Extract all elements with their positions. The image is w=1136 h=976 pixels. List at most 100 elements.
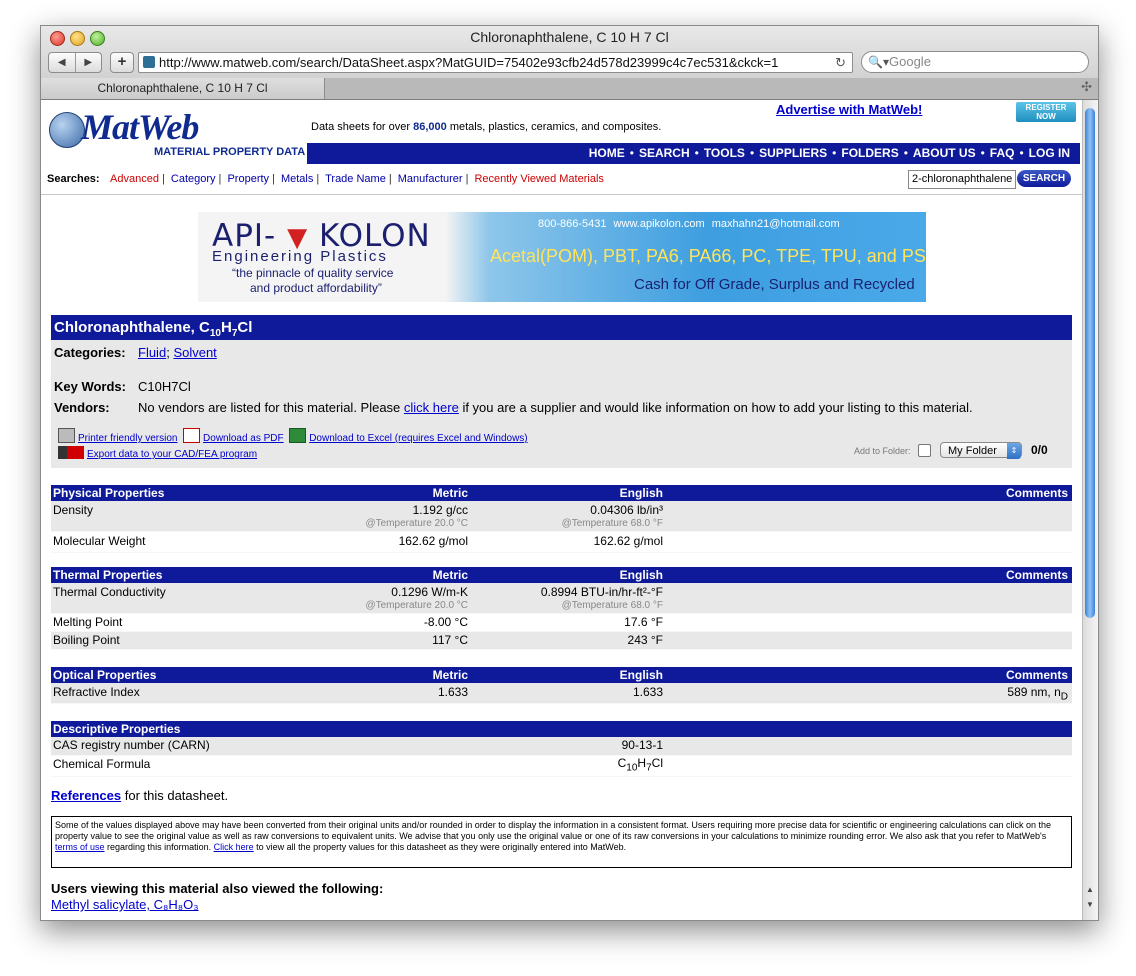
folder-select-value: My Folder <box>948 445 997 457</box>
printer-friendly-link[interactable]: Printer friendly version <box>78 433 177 444</box>
nav-log-in[interactable]: LOG IN <box>1029 143 1070 164</box>
col-metric: Metric <box>432 668 468 682</box>
search-link-recently-viewed[interactable]: Recently Viewed Materials <box>474 173 603 185</box>
nav-faq[interactable]: FAQ <box>990 143 1015 164</box>
keywords-label: Key Words: <box>54 379 126 394</box>
metric-value[interactable]: 1.192 g/cc <box>413 503 468 517</box>
table-row: Chemical Formula C10H7Cl <box>51 756 1072 777</box>
folder-select[interactable]: My Folder ⇕ <box>940 442 1022 459</box>
table-row: Thermal Conductivity 0.1296 W/m-K 0.8994… <box>51 583 1072 614</box>
english-value[interactable]: 243 °F <box>628 633 663 647</box>
search-link-category[interactable]: Category <box>171 173 216 185</box>
search-link-manufacturer[interactable]: Manufacturer <box>398 173 463 185</box>
property-name: Molecular Weight <box>53 534 146 548</box>
section-title: Optical Properties <box>53 668 157 682</box>
forward-button[interactable]: ▶ <box>76 53 102 72</box>
english-value[interactable]: 162.62 g/mol <box>594 534 663 548</box>
reload-icon[interactable]: ↻ <box>835 53 846 72</box>
address-bar[interactable]: http://www.matweb.com/search/DataSheet.a… <box>138 52 853 73</box>
english-value[interactable]: 0.04306 lb/in³ <box>590 503 663 517</box>
site-search-input[interactable]: 2-chloronaphthalene <box>908 170 1016 189</box>
tab-active[interactable]: Chloronaphthalene, C 10 H 7 Cl <box>41 78 325 99</box>
nav-search[interactable]: SEARCH <box>639 143 690 164</box>
references-link[interactable]: References <box>51 788 121 803</box>
vertical-scrollbar[interactable]: ▲ ▼ <box>1082 100 1098 920</box>
terms-of-use-link[interactable]: terms of use <box>55 842 105 852</box>
english-value[interactable]: 1.633 <box>633 685 663 699</box>
col-comments: Comments <box>1005 568 1068 582</box>
metric-value[interactable]: 1.633 <box>438 685 468 699</box>
descriptive-properties-table: Descriptive Properties CAS registry numb… <box>51 721 1072 777</box>
search-link-advanced[interactable]: Advanced <box>110 173 159 185</box>
disclaimer-box: Some of the values displayed above may h… <box>51 816 1072 868</box>
table-row: Molecular Weight 162.62 g/mol 162.62 g/m… <box>51 532 1072 553</box>
category-fluid-link[interactable]: Fluid <box>138 345 166 360</box>
add-to-folder-checkbox[interactable] <box>918 444 931 457</box>
logo-text: MatWeb <box>81 107 199 147</box>
tagline: Data sheets for over 86,000 metals, plas… <box>311 121 661 133</box>
col-metric: Metric <box>432 486 468 500</box>
register-button[interactable]: REGISTER NOW <box>1016 102 1076 122</box>
banner-contact: 800-866-5431 www.apikolon.com maxhahn21@… <box>538 218 840 230</box>
references-post: for this datasheet. <box>121 788 229 803</box>
search-link-property[interactable]: Property <box>227 173 269 185</box>
download-pdf-link[interactable]: Download as PDF <box>203 433 284 444</box>
metric-value[interactable]: 117 °C <box>432 633 468 647</box>
nav-tools[interactable]: TOOLS <box>704 143 745 164</box>
metric-value[interactable]: 0.1296 W/m-K <box>391 585 468 599</box>
search-link-metals[interactable]: Metals <box>281 173 313 185</box>
categories-label: Categories: <box>54 345 126 360</box>
back-button[interactable]: ◀ <box>49 53 76 72</box>
export-cad-link[interactable]: Export data to your CAD/FEA program <box>87 449 257 460</box>
scrollbar-thumb[interactable] <box>1085 108 1095 618</box>
physical-properties-table: Physical Properties Metric English Comme… <box>51 485 1072 553</box>
material-info-panel: Categories: Fluid; Solvent Key Words: C1… <box>51 340 1072 468</box>
english-condition: @Temperature 68.0 °F <box>561 600 663 611</box>
also-viewed-link[interactable]: Methyl salicylate, C₈H₈O₃ <box>51 897 199 912</box>
vendors-click-here-link[interactable]: click here <box>404 400 459 415</box>
vendors-value: No vendors are listed for this material.… <box>138 400 973 415</box>
tagline-pre: Data sheets for over <box>311 121 414 133</box>
metric-value[interactable]: -8.00 °C <box>424 615 468 629</box>
category-solvent-link[interactable]: Solvent <box>173 345 216 360</box>
export-tools: Printer friendly version Download as PDF… <box>58 428 528 444</box>
search-icon: 🔍▾ <box>868 55 889 69</box>
tagline-post: metals, plastics, ceramics, and composit… <box>446 121 662 133</box>
search-link-trade-name[interactable]: Trade Name <box>325 173 386 185</box>
metric-value[interactable]: 162.62 g/mol <box>399 534 468 548</box>
site-search-button[interactable]: SEARCH <box>1017 170 1071 187</box>
download-excel-link[interactable]: Download to Excel (requires Excel and Wi… <box>309 433 527 444</box>
searches-bar: Searches: Advanced | Category | Property | … <box>47 173 604 185</box>
vendors-text-post: if you are a supplier and would like inf… <box>458 400 973 415</box>
property-value: C10H7Cl <box>618 756 663 773</box>
material-mid: H <box>220 319 232 336</box>
scroll-down-icon[interactable]: ▼ <box>1086 900 1094 909</box>
thermal-properties-table: Thermal Properties Metric English Commen… <box>51 567 1072 650</box>
nav-suppliers[interactable]: SUPPLIERS <box>759 143 827 164</box>
add-bookmark-button[interactable]: + <box>110 52 134 73</box>
click-here-link[interactable]: Click here <box>214 842 254 852</box>
nav-folders[interactable]: FOLDERS <box>841 143 898 164</box>
url-text: http://www.matweb.com/search/DataSheet.a… <box>159 55 779 70</box>
english-value[interactable]: 17.6 °F <box>624 615 663 629</box>
matweb-logo[interactable]: MatWeb MATERIAL PROPERTY DATA <box>41 100 307 170</box>
material-name: Chloronaphthalene, C <box>54 319 210 336</box>
register-label-now: NOW <box>1036 112 1056 121</box>
scroll-up-icon[interactable]: ▲ <box>1086 885 1094 894</box>
page-viewport: MatWeb MATERIAL PROPERTY DATA Data sheet… <box>41 100 1082 920</box>
nav-separator: • <box>629 146 634 160</box>
nav-about-us[interactable]: ABOUT US <box>913 143 976 164</box>
banner-ad[interactable]: API- ▼ KOLON Engineering Plastics “the p… <box>198 212 926 302</box>
nav-separator: • <box>903 146 908 160</box>
banner-cash: Cash for Off Grade, Surplus and Recycled <box>634 276 915 293</box>
folder-count: 0/0 <box>1031 443 1048 457</box>
advertise-link[interactable]: Advertise with MatWeb! <box>776 102 922 117</box>
web-search-field[interactable]: 🔍▾ Google <box>861 51 1089 73</box>
comment-value: 589 nm, nD <box>1007 685 1068 702</box>
nav-home[interactable]: HOME <box>589 143 625 164</box>
keywords-value: C10H7Cl <box>138 379 191 394</box>
disclaimer-text-2: regarding this information. <box>104 842 214 852</box>
register-label: REGISTER <box>1025 103 1067 112</box>
english-value[interactable]: 0.8994 BTU-in/hr-ft²-°F <box>541 585 663 599</box>
new-tab-icon[interactable]: ✣ <box>1081 79 1092 95</box>
